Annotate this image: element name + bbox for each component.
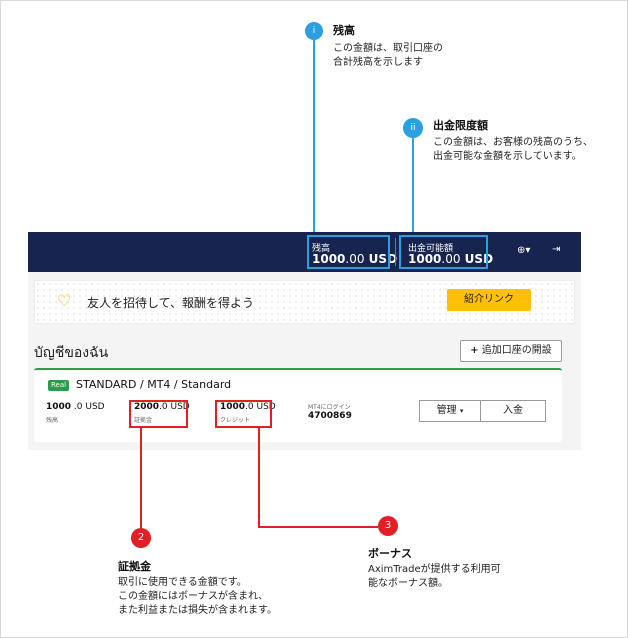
account-card: Real STANDARD / MT4 / Standard 1000 .0 U… bbox=[34, 368, 562, 442]
accounts-title: บัญชีของฉัน bbox=[34, 345, 109, 361]
deposit-button[interactable]: 入金 bbox=[480, 400, 546, 422]
referral-banner: ♡ 友人を招待して、報酬を得よう 紹介リンク bbox=[34, 280, 575, 324]
referral-link-button[interactable]: 紹介リンク bbox=[447, 289, 531, 311]
account-card-title: STANDARD / MT4 / Standard bbox=[76, 378, 232, 391]
top-navbar: 残高 1000.00 USD 出金可能額 1000.00 USD ⊕▾ ⇥ bbox=[28, 232, 581, 272]
manage-label: 管理 bbox=[436, 405, 457, 416]
highlight-balance bbox=[307, 235, 390, 269]
annotation-ii-title: 出金限度額 bbox=[433, 119, 488, 132]
annotation-ii-text-1: この金額は、お客様の残高のうち、 bbox=[433, 137, 593, 148]
add-account-label: 追加口座の開設 bbox=[481, 345, 552, 356]
annotation-3-text-2: 能なボーナス額。 bbox=[368, 578, 448, 589]
plus-icon: + bbox=[470, 345, 479, 356]
metric-login-label: MT4にログイン bbox=[308, 404, 351, 411]
connector-i bbox=[313, 40, 315, 236]
annotation-2-text-2: この金額にはボーナスが含まれ、 bbox=[118, 591, 269, 602]
app-screenshot: 残高 1000.00 USD 出金可能額 1000.00 USD ⊕▾ ⇥ ♡ … bbox=[28, 232, 581, 450]
chevron-down-icon: ▾ bbox=[459, 407, 464, 415]
manage-button[interactable]: 管理 ▾ bbox=[419, 400, 481, 422]
metric-login-value: 4700869 bbox=[308, 411, 352, 421]
marker-3: 3 bbox=[378, 516, 398, 536]
nav-separator bbox=[395, 238, 396, 266]
annotation-i-text-1: この金額は、取引口座の bbox=[333, 43, 443, 54]
connector-ii bbox=[412, 138, 414, 236]
globe-icon[interactable]: ⊕▾ bbox=[517, 245, 530, 256]
connector-3-horizontal bbox=[258, 526, 378, 528]
connector-3-vertical bbox=[258, 428, 260, 528]
metric-balance-int: 1000 bbox=[46, 402, 72, 412]
marker-2: 2 bbox=[131, 528, 151, 548]
referral-text: 友人を招待して、報酬を得よう bbox=[87, 296, 255, 310]
annotation-3-text-1: AximTradeが提供する利用可 bbox=[368, 564, 501, 575]
highlight-withdrawable bbox=[399, 235, 488, 269]
annotation-ii-text-2: 出金可能な金額を示しています。 bbox=[433, 151, 582, 162]
annotation-2-text-1: 取引に使用できる金額です。 bbox=[118, 577, 247, 588]
metric-balance-value: 1000 .0 USD bbox=[46, 402, 105, 412]
highlight-margin bbox=[129, 400, 188, 428]
marker-ii: ii bbox=[403, 118, 423, 138]
marker-i: i bbox=[305, 22, 323, 40]
annotation-i-title: 残高 bbox=[333, 24, 355, 37]
real-badge: Real bbox=[48, 380, 70, 391]
highlight-credit bbox=[215, 400, 272, 428]
metric-balance-label: 残高 bbox=[46, 417, 59, 424]
logout-icon[interactable]: ⇥ bbox=[552, 244, 560, 255]
heart-outline-icon: ♡ bbox=[57, 291, 72, 310]
add-account-button[interactable]: + 追加口座の開設 bbox=[460, 340, 562, 362]
annotation-2-title: 証拠金 bbox=[118, 560, 151, 573]
connector-2 bbox=[140, 428, 142, 530]
metric-balance-dec: .0 USD bbox=[71, 402, 105, 412]
annotation-2-text-3: また利益または損失が含まれます。 bbox=[118, 605, 277, 616]
annotation-3-title: ボーナス bbox=[368, 547, 412, 560]
annotation-i-text-2: 合計残高を示します bbox=[333, 57, 423, 68]
